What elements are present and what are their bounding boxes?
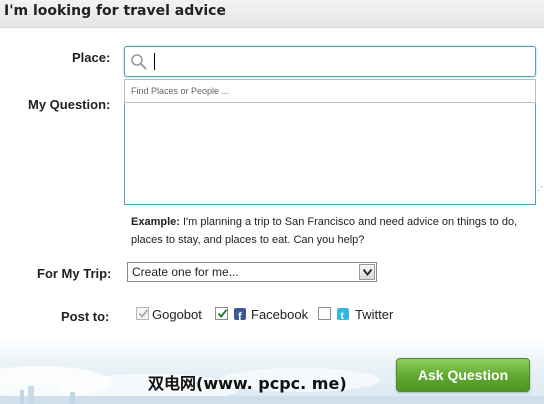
example-text: Example: I'm planning a trip to San Fran… xyxy=(131,213,531,249)
dropdown-button[interactable] xyxy=(359,264,375,280)
gogobot-label: Gogobot xyxy=(152,307,202,322)
question-textarea[interactable] xyxy=(124,103,536,205)
twitter-label: Twitter xyxy=(355,307,394,322)
question-label: My Question: xyxy=(28,97,111,112)
search-icon xyxy=(131,54,147,70)
page-title: I'm looking for travel advice xyxy=(4,3,226,19)
svg-text:f: f xyxy=(238,311,242,321)
watermark: 双电网(www. pcpc. me) xyxy=(148,374,347,393)
place-suggestion[interactable]: Find Places or People ... xyxy=(124,79,536,103)
resize-handle-icon[interactable]: ⋰ xyxy=(537,182,544,193)
ask-question-button[interactable]: Ask Question xyxy=(396,358,530,392)
trip-select-value: Create one for me... xyxy=(132,265,239,279)
facebook-checkbox[interactable] xyxy=(215,307,228,320)
post-label: Post to: xyxy=(61,309,110,324)
place-label: Place: xyxy=(72,50,111,65)
check-icon xyxy=(138,309,149,318)
text-caret xyxy=(154,53,155,70)
check-icon xyxy=(217,309,228,318)
twitter-icon: t xyxy=(337,308,349,322)
example-label: Example: xyxy=(131,216,180,228)
svg-text:t: t xyxy=(341,311,345,321)
place-input[interactable] xyxy=(124,46,536,77)
gogobot-checkbox xyxy=(136,307,149,320)
example-body: I'm planning a trip to San Francisco and… xyxy=(131,216,518,246)
page-header: I'm looking for travel advice xyxy=(0,0,544,28)
chevron-down-icon xyxy=(363,269,372,276)
facebook-icon: f xyxy=(234,308,246,323)
twitter-checkbox[interactable] xyxy=(318,307,331,320)
facebook-label: Facebook xyxy=(251,307,309,322)
place-suggestion-text: Find Places or People ... xyxy=(131,86,230,96)
trip-select[interactable]: Create one for me... xyxy=(127,262,377,282)
trip-label: For My Trip: xyxy=(37,266,112,281)
